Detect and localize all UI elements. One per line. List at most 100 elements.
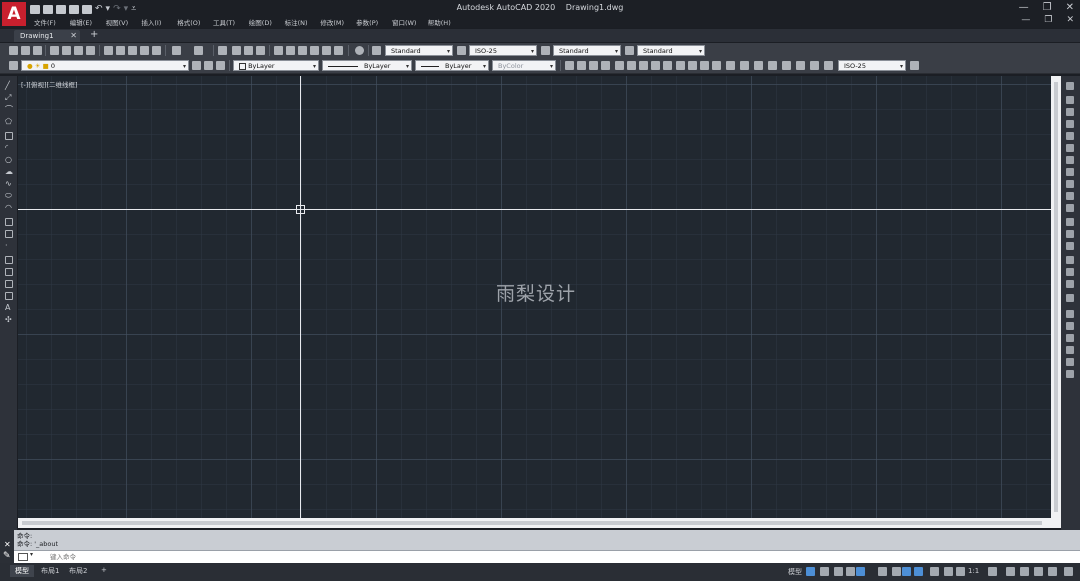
dim-text-edit-icon[interactable]	[796, 61, 805, 70]
ellipse-arc-icon[interactable]: ◠	[5, 204, 13, 212]
command-window-grip[interactable]: ✕ ✎	[0, 530, 14, 563]
center-mark-icon[interactable]	[740, 61, 749, 70]
region-icon[interactable]	[5, 280, 13, 288]
table-style-select[interactable]: Standard ▾	[553, 45, 621, 56]
sheet-set-icon[interactable]	[310, 46, 319, 55]
wrench-icon[interactable]: ✎	[3, 551, 11, 561]
tab-layout2[interactable]: 布局2	[64, 565, 92, 577]
break-icon[interactable]	[1066, 230, 1074, 238]
model-space-canvas[interactable]: [-][俯视][二维线框] 雨梨设计	[18, 76, 1051, 518]
hatch-to-back-icon[interactable]	[1066, 370, 1074, 378]
command-prompt-icon[interactable]	[18, 553, 28, 561]
3d-print-icon[interactable]	[86, 46, 95, 55]
menu-insert[interactable]: 插入(I)	[141, 17, 177, 27]
stretch-icon[interactable]	[1066, 180, 1074, 188]
menu-dimension[interactable]: 标注(N)	[285, 17, 321, 27]
match-properties-icon[interactable]	[140, 46, 149, 55]
plot-icon[interactable]	[50, 46, 59, 55]
new-tab-button[interactable]: +	[90, 29, 98, 40]
explode-icon[interactable]	[1066, 294, 1074, 302]
tab-drawing1[interactable]: Drawing1 ✕	[14, 30, 80, 42]
doc-close-button[interactable]: ✕	[1066, 15, 1074, 25]
vertical-scrollbar[interactable]	[1051, 76, 1061, 518]
table-style-icon[interactable]	[541, 46, 550, 55]
save-icon[interactable]	[33, 46, 42, 55]
mleader-style-select[interactable]: Standard ▾	[637, 45, 705, 56]
blend-curves-icon[interactable]	[1066, 280, 1074, 288]
menu-tools[interactable]: 工具(T)	[213, 17, 249, 27]
array-icon[interactable]	[1066, 132, 1074, 140]
text-style-select[interactable]: Standard ▾	[385, 45, 453, 56]
snap-icon[interactable]	[820, 567, 829, 576]
menu-file[interactable]: 文件(F)	[34, 17, 70, 27]
tool-palettes-icon[interactable]	[298, 46, 307, 55]
doc-minimize-button[interactable]: —	[1021, 15, 1030, 25]
chamfer-icon[interactable]	[1066, 256, 1074, 264]
menu-view[interactable]: 视图(V)	[106, 17, 142, 27]
doc-restore-button[interactable]: ❐	[1044, 15, 1052, 25]
help-icon[interactable]	[355, 46, 364, 55]
object-snap-tracking-icon[interactable]	[902, 567, 911, 576]
annotation-visibility-icon[interactable]	[944, 567, 953, 576]
mirror-icon[interactable]	[1066, 108, 1074, 116]
undo-icon[interactable]	[172, 46, 181, 55]
mtext-icon[interactable]: A	[5, 304, 13, 312]
revision-cloud-icon[interactable]: ☁	[5, 168, 13, 176]
draworder-above-icon[interactable]	[1066, 334, 1074, 342]
table-icon[interactable]	[5, 292, 13, 300]
add-selected-icon[interactable]: ✣	[5, 316, 13, 324]
text-to-front-icon[interactable]	[1066, 358, 1074, 366]
jogged-linear-icon[interactable]	[768, 61, 777, 70]
inspection-icon[interactable]	[754, 61, 763, 70]
pan-icon[interactable]	[218, 46, 227, 55]
circle-icon[interactable]: ○	[5, 156, 13, 164]
scroll-thumb[interactable]	[22, 521, 1042, 525]
draworder-under-icon[interactable]	[1066, 346, 1074, 354]
break-at-point-icon[interactable]	[1066, 218, 1074, 226]
minimize-button[interactable]: —	[1019, 2, 1029, 13]
infer-constraints-icon[interactable]	[834, 567, 843, 576]
lineweight-select[interactable]: ByLayer ▾	[415, 60, 489, 71]
paste-icon[interactable]	[128, 46, 137, 55]
linetype-select[interactable]: ByLayer ▾	[322, 60, 412, 71]
dim-break-icon[interactable]	[712, 61, 721, 70]
layer-properties-icon[interactable]	[9, 61, 18, 70]
tab-model[interactable]: 模型	[10, 565, 34, 577]
arc-icon[interactable]: ◜	[5, 144, 13, 152]
menu-modify[interactable]: 修改(M)	[320, 17, 356, 27]
workspace-gear-icon[interactable]	[988, 567, 997, 576]
dim-linear-icon[interactable]	[565, 61, 574, 70]
construction-line-icon[interactable]: ⤢	[5, 94, 13, 102]
tab-close-icon[interactable]: ✕	[70, 31, 77, 40]
isodraft-icon[interactable]	[892, 567, 901, 576]
copy-object-icon[interactable]	[1066, 96, 1074, 104]
spline-icon[interactable]: ∿	[5, 180, 13, 188]
mleader-style-icon[interactable]	[625, 46, 634, 55]
draworder-front-icon[interactable]	[1066, 310, 1074, 318]
close-icon[interactable]: ✕	[4, 540, 11, 549]
cut-icon[interactable]	[104, 46, 113, 55]
dim-update-icon[interactable]	[810, 61, 819, 70]
menu-draw[interactable]: 绘图(D)	[249, 17, 285, 27]
extend-icon[interactable]	[1066, 204, 1074, 212]
color-select[interactable]: ByLayer ▾	[233, 60, 319, 71]
annotation-scale[interactable]: 1:1	[968, 567, 979, 575]
insert-block-icon[interactable]	[5, 218, 13, 226]
dim-style-manager-icon[interactable]	[824, 61, 833, 70]
isolate-objects-icon[interactable]	[1048, 567, 1057, 576]
ellipse-icon[interactable]: ⬭	[5, 192, 13, 200]
menu-edit[interactable]: 编辑(E)	[70, 17, 106, 27]
quick-dim-icon[interactable]	[663, 61, 672, 70]
tab-layout1[interactable]: 布局1	[36, 565, 64, 577]
annotation-monitor-icon[interactable]	[1006, 567, 1015, 576]
scale-icon[interactable]	[1066, 168, 1074, 176]
ortho-icon[interactable]	[856, 567, 865, 576]
dim-diameter-icon[interactable]	[639, 61, 648, 70]
quickcalc-icon[interactable]	[334, 46, 343, 55]
chevron-down-icon[interactable]: ▾	[30, 551, 33, 558]
dim-continue-icon[interactable]	[688, 61, 697, 70]
open-icon[interactable]	[21, 46, 30, 55]
draworder-back-icon[interactable]	[1066, 322, 1074, 330]
dynamic-input-icon[interactable]	[846, 567, 855, 576]
polygon-icon[interactable]: ⬠	[5, 118, 13, 126]
